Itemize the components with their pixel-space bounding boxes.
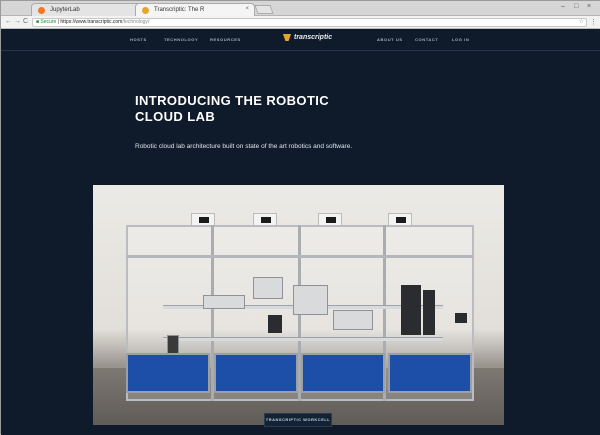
bench	[163, 337, 443, 341]
nav-log-in[interactable]: LOG IN	[452, 37, 469, 42]
hero-title: INTRODUCING THE ROBOTIC CLOUD LAB	[135, 93, 465, 125]
minimize-icon[interactable]: –	[561, 3, 565, 10]
logo-text: transcriptic	[294, 34, 333, 41]
close-tab-icon[interactable]: ×	[245, 6, 249, 12]
browser-window: JupyterLab × Transcriptic: The R × – □ ×…	[0, 0, 600, 435]
browser-toolbar: ← → C ■ Secure | https://www.transcripti…	[1, 16, 600, 29]
blue-panel	[126, 353, 210, 393]
logo-mark-icon	[283, 34, 291, 41]
new-tab-button[interactable]	[254, 5, 274, 14]
nav-technology[interactable]: TECHNOLOGY	[164, 37, 198, 42]
tab-transcriptic[interactable]: Transcriptic: The R ×	[135, 3, 255, 16]
reload-icon[interactable]: C	[23, 18, 28, 25]
nav-contact[interactable]: CONTACT	[415, 37, 438, 42]
blue-panel	[301, 353, 385, 393]
browser-menu-icon[interactable]: ⋮	[590, 18, 597, 26]
blue-panel	[214, 353, 298, 393]
secure-label: Secure	[40, 19, 57, 25]
transcriptic-favicon-icon	[142, 7, 149, 14]
blue-panel	[388, 353, 472, 393]
tab-title: Transcriptic: The R	[154, 7, 205, 13]
workcell-photo	[93, 185, 504, 425]
tab-strip: JupyterLab × Transcriptic: The R × – □ ×	[1, 1, 600, 16]
site-nav: HOSTS TECHNOLOGY RESOURCES transcriptic …	[1, 29, 600, 51]
url-path: /technology/	[122, 19, 150, 25]
maximize-icon[interactable]: □	[574, 3, 578, 10]
nav-resources[interactable]: RESOURCES	[210, 37, 241, 42]
back-arrow-icon[interactable]: ←	[5, 18, 12, 25]
url-host: https://www.transcriptic.com	[60, 19, 123, 25]
hero-subtitle: Robotic cloud lab architecture built on …	[135, 143, 353, 150]
address-bar[interactable]: ■ Secure | https://www.transcriptic.com/…	[32, 18, 587, 27]
bookmark-star-icon[interactable]: ☆	[579, 19, 584, 26]
jupyter-favicon-icon	[38, 7, 45, 14]
nav-hosts[interactable]: HOSTS	[130, 37, 147, 42]
tab-title: JupyterLab	[50, 7, 80, 13]
tab-jupyterlab[interactable]: JupyterLab ×	[31, 3, 151, 16]
hero-title-line-1: INTRODUCING THE ROBOTIC	[135, 93, 330, 108]
forward-arrow-icon[interactable]: →	[14, 18, 21, 25]
hero-title-line-2: CLOUD LAB	[135, 109, 216, 124]
close-window-icon[interactable]: ×	[587, 3, 591, 10]
site-logo[interactable]: transcriptic	[283, 34, 332, 41]
workcell-caption-button[interactable]: TRANSCRIPTIC WORKCELL	[264, 413, 332, 427]
nav-about-us[interactable]: ABOUT US	[377, 37, 403, 42]
page-content: HOSTS TECHNOLOGY RESOURCES transcriptic …	[1, 29, 600, 435]
